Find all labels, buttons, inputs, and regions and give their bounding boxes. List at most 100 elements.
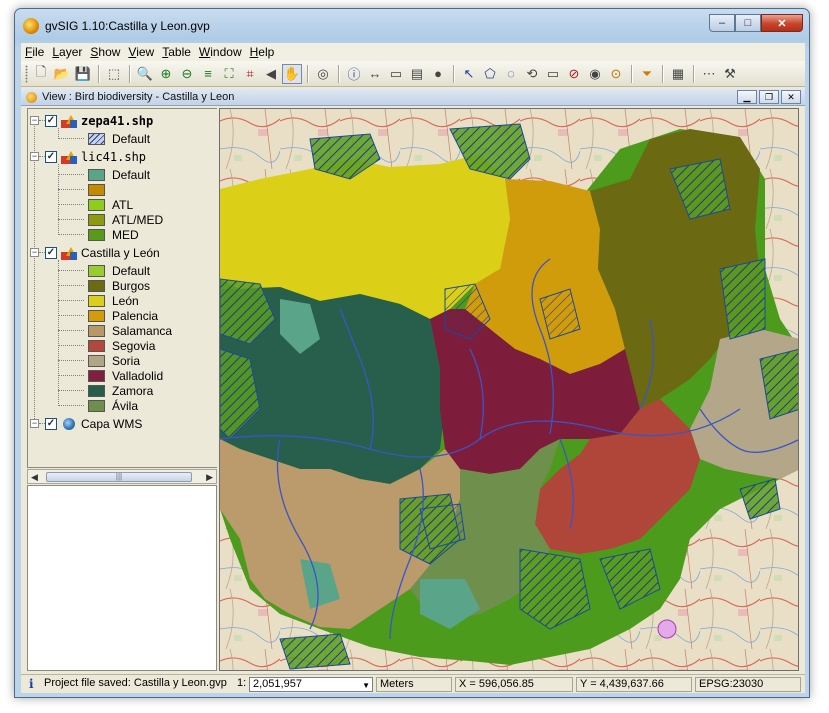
legend-label: MED xyxy=(112,227,139,242)
view-window-titlebar[interactable]: View : Bird biodiversity - Castilla y Le… xyxy=(21,89,805,106)
zoom-select-icon[interactable]: ⌗ xyxy=(240,64,260,84)
zoom-minus-icon[interactable]: ⊖ xyxy=(177,64,197,84)
legend-label: Default xyxy=(112,131,151,146)
layer-name: lic41.shp xyxy=(81,149,147,164)
menu-file[interactable]: File xyxy=(21,45,48,59)
select-polygon-icon[interactable]: ⬠ xyxy=(480,64,500,84)
legend-label: Valladolid xyxy=(112,368,164,383)
chart-icon[interactable]: ▤ xyxy=(407,64,427,84)
zoom-plus-icon[interactable]: ⊕ xyxy=(156,64,176,84)
measure-distance-icon[interactable]: ↔ xyxy=(365,64,385,84)
zoom-in-icon[interactable]: 🔍 xyxy=(135,64,155,84)
tree-connector xyxy=(58,390,84,391)
layer-name: zepa41.shp xyxy=(81,113,154,128)
maximize-button[interactable]: □ xyxy=(735,14,761,32)
gvsig-logo-icon xyxy=(23,18,39,34)
expand-collapse-icon[interactable]: − xyxy=(30,152,39,161)
window-title: gvSIG 1.10:Castilla y Leon.gvp xyxy=(45,19,210,33)
select-invert-icon[interactable]: ⟲ xyxy=(522,64,542,84)
select-rectangle-icon[interactable]: ▭ xyxy=(543,64,563,84)
menu-show[interactable]: Show xyxy=(86,45,124,59)
view-restore-button[interactable]: ❐ xyxy=(759,90,779,104)
locator-map[interactable] xyxy=(27,485,217,671)
view-minimize-button[interactable]: ▁ xyxy=(737,90,757,104)
legend-swatch xyxy=(88,384,105,397)
hyperlink-icon[interactable]: ● xyxy=(428,64,448,84)
select-icon[interactable]: ↖ xyxy=(459,64,479,84)
toc-horizontal-scrollbar[interactable]: ◀ ||| ▶ xyxy=(27,469,217,484)
legend-label: Burgos xyxy=(112,278,151,293)
tree-connector xyxy=(58,360,84,361)
map-canvas[interactable] xyxy=(219,108,799,671)
scale-prefix: 1: xyxy=(237,677,247,689)
info-icon[interactable]: ⓘ xyxy=(344,64,364,84)
toolbar-grip[interactable] xyxy=(25,64,28,83)
table-of-contents[interactable]: − ✓ zepa41.shp Default − ✓ lic41.shp Default ATL… xyxy=(27,108,217,468)
tools-icon[interactable]: ⚒ xyxy=(720,64,740,84)
zoom-extent-icon[interactable]: ⛶ xyxy=(219,64,239,84)
close-button[interactable]: ✕ xyxy=(761,14,803,32)
layer-visibility-checkbox[interactable]: ✓ xyxy=(45,417,57,430)
chevron-down-icon[interactable]: ▼ xyxy=(362,679,370,692)
toc-layer-row[interactable]: − ✓ Castilla y León xyxy=(30,245,160,260)
legend-swatch xyxy=(88,309,105,322)
menu-layer[interactable]: Layer xyxy=(48,45,86,59)
scale-combobox[interactable]: 2,051,957 ▼ xyxy=(249,677,373,692)
status-message: Project file saved: Castilla y Leon.gvp xyxy=(44,677,227,689)
tree-connector xyxy=(58,204,84,205)
locator-icon[interactable]: ◎ xyxy=(313,64,333,84)
tree-connector xyxy=(58,164,59,235)
pan-icon[interactable]: ✋ xyxy=(282,63,302,84)
tree-connector xyxy=(58,405,84,406)
select-target-icon[interactable]: ⊙ xyxy=(606,64,626,84)
expand-collapse-icon[interactable]: − xyxy=(30,116,39,125)
menu-window[interactable]: Window xyxy=(195,45,246,59)
expand-collapse-icon[interactable]: − xyxy=(30,419,39,428)
layer-visibility-checkbox[interactable]: ✓ xyxy=(45,150,57,163)
grid-icon[interactable]: ⋯ xyxy=(699,64,719,84)
select-by-point-icon[interactable]: ◉ xyxy=(585,64,605,84)
legend-label: Palencia xyxy=(112,308,159,323)
menu-table[interactable]: Table xyxy=(158,45,195,59)
toc-layer-row[interactable]: − ✓ Capa WMS xyxy=(30,416,142,431)
legend-swatch xyxy=(88,324,105,337)
select-circle-icon[interactable]: ◌ xyxy=(501,64,521,84)
tree-connector xyxy=(58,174,84,175)
title-bar[interactable]: gvSIG 1.10:Castilla y Leon.gvp – □ ✕ xyxy=(15,9,809,43)
legend-item: MED xyxy=(88,227,139,242)
madrid-marker xyxy=(657,619,677,639)
save-icon[interactable]: 💾 xyxy=(73,64,93,84)
measure-area-icon[interactable]: ▭ xyxy=(386,64,406,84)
import-icon[interactable]: ⬚ xyxy=(104,64,124,84)
scroll-thumb[interactable]: ||| xyxy=(46,472,192,482)
scroll-right-icon[interactable]: ▶ xyxy=(206,472,213,483)
menu-help[interactable]: Help xyxy=(246,45,279,59)
legend-swatch xyxy=(88,399,105,412)
layers-zoom-icon[interactable]: ≡ xyxy=(198,64,218,84)
clear-selection-icon[interactable]: ⊘ xyxy=(564,64,584,84)
table-icon[interactable]: ▦ xyxy=(668,64,688,84)
expand-collapse-icon[interactable]: − xyxy=(30,248,39,257)
application-window: gvSIG 1.10:Castilla y Leon.gvp – □ ✕ Fil… xyxy=(14,8,810,698)
toc-layer-row[interactable]: − ✓ lic41.shp xyxy=(30,149,146,164)
legend-label: Default xyxy=(112,263,151,278)
legend-label: Segovia xyxy=(112,338,156,353)
menu-view[interactable]: View xyxy=(124,45,158,59)
new-icon[interactable]: 🗋 xyxy=(31,64,51,84)
units-field: Meters xyxy=(376,677,452,692)
legend-swatch xyxy=(88,339,105,352)
previous-zoom-icon[interactable]: ◀ xyxy=(261,64,281,84)
tree-connector xyxy=(58,138,84,139)
view-close-button[interactable]: ✕ xyxy=(781,90,801,104)
legend-swatch xyxy=(88,279,105,292)
tree-connector xyxy=(34,121,35,419)
open-icon[interactable]: 📂 xyxy=(52,64,72,84)
tree-connector xyxy=(58,345,84,346)
layer-visibility-checkbox[interactable]: ✓ xyxy=(45,114,57,127)
minimize-button[interactable]: – xyxy=(709,14,735,32)
filter-icon[interactable]: ⏷ xyxy=(637,64,657,84)
scroll-left-icon[interactable]: ◀ xyxy=(31,472,38,483)
wms-globe-icon xyxy=(61,417,77,431)
toc-layer-row[interactable]: − ✓ zepa41.shp xyxy=(30,113,153,128)
layer-visibility-checkbox[interactable]: ✓ xyxy=(45,246,57,259)
